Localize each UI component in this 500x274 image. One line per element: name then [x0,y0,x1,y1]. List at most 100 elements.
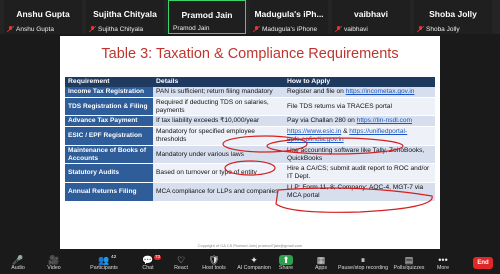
how-to-apply-cell: https://www.esic.in & https://unifiedpor… [284,126,435,146]
requirement-cell: TDS Registration & Filing [65,97,153,117]
recording-button[interactable]: ⏸ Pause/stop recording [335,255,391,271]
participants-count-badge: 42 [111,255,117,260]
share-icon: ⬆ [279,255,293,265]
details-cell: Mandatory under various laws [153,145,284,165]
compliance-table: Requirement Details How to Apply Income … [65,77,435,202]
requirement-cell: Statutory Audits [65,163,153,183]
recording-label: Pause/stop recording [337,265,389,271]
host-tools-button[interactable]: 🛡 Host tools [196,255,232,271]
participant-name: Madugula's iPh... [254,9,324,19]
participant-label: Madugula's iPhone [262,26,318,33]
how-to-apply-cell: Pay via Challan 280 on https://tin-nsdl.… [284,115,435,128]
ai-companion-label: AI Companion [237,265,271,271]
participant-label: Anshu Gupta [16,26,54,33]
details-cell: If tax liability exceeds ₹10,000/year [153,115,284,128]
react-icon: ♡ [176,255,186,265]
audio-label: Audio [11,265,25,271]
host-tools-label: Host tools [202,265,226,271]
participant-name: Anshu Gupta [16,9,70,19]
details-cell: MCA compliance for LLPs and companies [153,182,284,202]
requirement-cell: Maintenance of Books of Accounts [65,145,153,165]
details-cell: Based on turnover or type of entity [153,163,284,183]
share-label: Share [278,265,294,271]
how-to-apply-cell: LLP: Form 11, 8; Company: AOC-4, MGT-7 v… [284,182,435,202]
share-button[interactable]: ⬆ Share [268,255,304,271]
table-row: Advance Tax Payment If tax liability exc… [65,115,435,128]
chat-count-badge: 72 [154,255,162,260]
participant-tile[interactable]: Anshu Gupta Anshu Gupta [4,0,82,34]
how-to-apply-cell: Register and file on https://incometax.g… [284,87,435,98]
participant-name: Shoba Jolly [429,9,477,19]
participant-label: Pramod Jain [173,25,210,32]
polls-icon: ▤ [404,255,414,265]
table-row: Income Tax Registration PAN is sufficien… [65,87,435,98]
participant-tile[interactable]: vaibhavi vaibhavi [332,0,410,34]
participant-tile[interactable]: Sujitha Chityala Sujitha Chityala [86,0,164,34]
participant-tile-active[interactable]: Pramod Jain Pramod Jain [168,0,246,34]
requirement-cell: ESIC / EPF Registration [65,126,153,146]
react-button[interactable]: ♡ React [163,255,199,271]
table-row: Statutory Audits Based on turnover or ty… [65,163,435,183]
slide-title: Table 3: Taxation & Compliance Requireme… [101,46,399,62]
end-meeting-button[interactable]: End [473,257,493,269]
video-label: Video [47,265,61,271]
requirement-cell: Advance Tax Payment [65,115,153,128]
mic-muted-icon [253,26,260,32]
table-row: Annual Returns Filing MCA compliance for… [65,182,435,202]
link[interactable]: https://tin-nsdl.com [357,117,412,124]
details-cell: PAN is sufficient; return filing mandato… [153,87,284,98]
table-row: Maintenance of Books of Accounts Mandato… [65,145,435,165]
more-button[interactable]: ••• More [425,255,461,271]
participant-name: vaibhavi [353,9,389,19]
requirement-cell: Annual Returns Filing [65,182,153,202]
chat-button[interactable]: 💬 72 Chat [130,255,166,271]
mic-icon: 🎤 [12,255,24,265]
participant-label: vaibhavi [344,26,368,33]
participant-tile[interactable]: Madugula's iPh... Madugula's iPhone [250,0,328,34]
shield-icon: 🛡 [208,255,220,265]
requirement-cell: Income Tax Registration [65,87,153,98]
participant-name: Sujitha Chityala [93,9,157,19]
meeting-toolbar: 🎤 Audio 🎥 Video 👥 42 Participants 💬 72 Chat ♡ R… [0,253,500,274]
participant-tile[interactable]: Shoba Jolly Shoba Jolly [414,0,492,34]
mic-muted-icon [89,26,96,32]
video-button[interactable]: 🎥 Video [36,255,72,271]
apps-button[interactable]: ▦ Apps [303,255,339,271]
participants-button[interactable]: 👥 42 Participants [86,255,122,271]
details-cell: Mandatory for specified employee thresho… [153,126,284,146]
how-to-apply-cell: Use accounting software like Tally, Zoho… [284,145,435,165]
participants-label: Participants [90,265,118,271]
link[interactable]: https://incometax.gov.in [346,88,415,95]
how-to-apply-cell: Hire a CA/CS; submit audit report to ROC… [284,163,435,183]
column-header: How to Apply [284,77,435,87]
participant-label: Shoba Jolly [426,26,460,33]
table-row: TDS Registration & Filing Required if de… [65,97,435,117]
video-icon: 🎥 [48,255,60,265]
audio-button[interactable]: 🎤 Audio [0,255,36,271]
polls-label: Polls/quizzes [393,265,425,271]
chat-label: Chat [142,265,154,271]
more-label: More [436,265,450,271]
how-to-apply-cell: File TDS returns via TRACES portal [284,97,435,117]
link[interactable]: https://www.esic.in [287,128,341,135]
mic-muted-icon [335,26,342,32]
polls-button[interactable]: ▤ Polls/quizzes [391,255,427,271]
shared-slide: Table 3: Taxation & Compliance Requireme… [60,36,440,249]
participant-strip: Anshu Gupta Anshu Gupta Sujitha Chityala… [0,0,500,34]
column-header: Details [153,77,284,87]
slide-copyright: Copyright of CA CS Pramod Jain| pramod7j… [197,243,303,248]
record-icon: ⏸ [360,255,366,265]
react-label: React [174,265,188,271]
table-header-row: Requirement Details How to Apply [65,77,435,87]
details-cell: Required if deducting TDS on salaries, p… [153,97,284,117]
column-header: Requirement [65,77,153,87]
participant-label: Sujitha Chityala [98,26,144,33]
participants-icon: 👥 [98,255,110,265]
more-icon: ••• [438,255,448,265]
table-row: ESIC / EPF Registration Mandatory for sp… [65,126,435,146]
how-text: Pay via Challan 280 on [287,117,355,125]
how-text: Register and file on [287,88,344,95]
apps-label: Apps [314,265,328,271]
mic-muted-icon [417,26,424,32]
apps-icon: ▦ [316,255,326,265]
